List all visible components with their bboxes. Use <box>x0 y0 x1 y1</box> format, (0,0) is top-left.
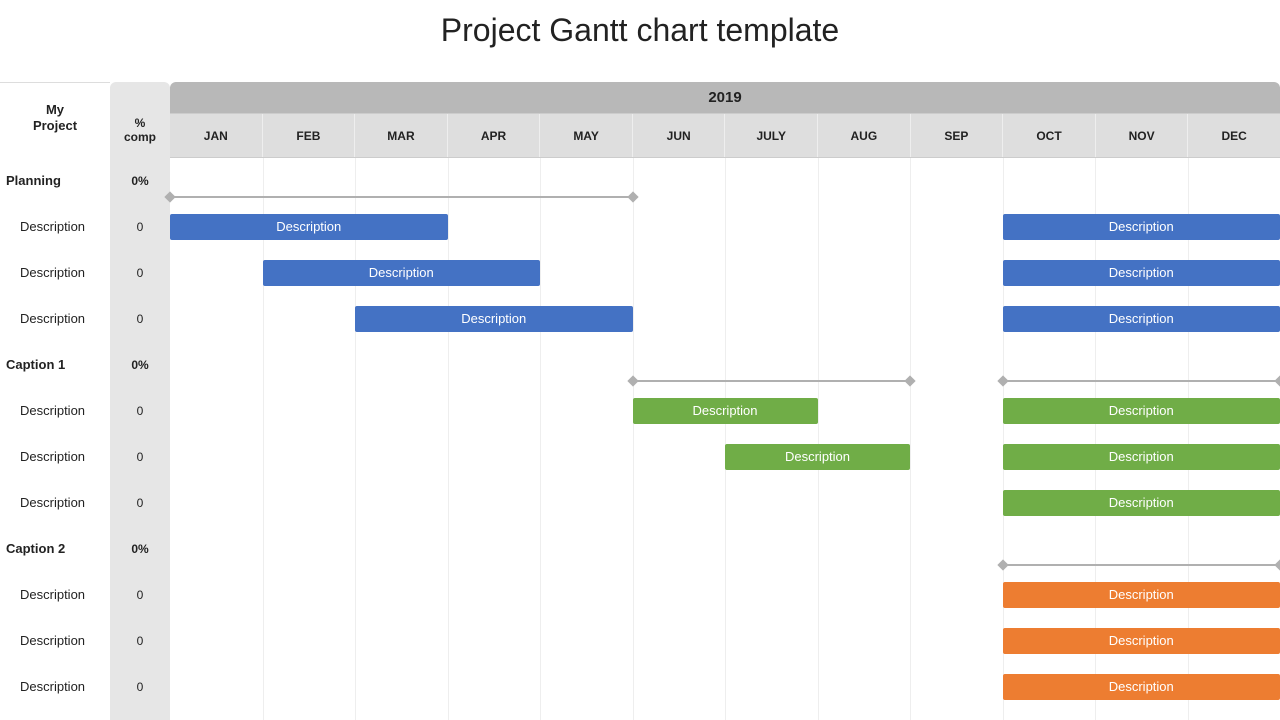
month-header-oct: OCT <box>1003 114 1096 157</box>
month-header-mar: MAR <box>355 114 448 157</box>
percent-complete-value: 0% <box>110 342 170 388</box>
percent-complete-value: 0 <box>110 296 170 342</box>
task-label: Description <box>0 250 110 296</box>
percent-complete-value: 0% <box>110 526 170 572</box>
month-header-apr: APR <box>448 114 541 157</box>
percent-complete-value: 0% <box>110 158 170 204</box>
month-header-feb: FEB <box>263 114 356 157</box>
group-label: Planning <box>0 158 110 204</box>
percent-complete-header: % comp <box>110 82 170 158</box>
month-header-aug: AUG <box>818 114 911 157</box>
task-label: Description <box>0 204 110 250</box>
month-headers: JANFEBMARAPRMAYJUNJULYAUGSEPOCTNOVDEC <box>170 114 1280 158</box>
gantt-chart: Project Gantt chart template My Project … <box>0 0 1280 720</box>
percent-complete-value: 0 <box>110 204 170 250</box>
task-label: Description <box>0 388 110 434</box>
row-area: Planning0%Description0Description0Descri… <box>0 158 1280 720</box>
task-label: Description <box>0 480 110 526</box>
page-title: Project Gantt chart template <box>0 0 1280 67</box>
percent-complete-value: 0 <box>110 480 170 526</box>
group-label: Caption 2 <box>0 526 110 572</box>
task-label: Description <box>0 618 110 664</box>
percent-complete-value: 0 <box>110 250 170 296</box>
chart-grid: My Project % comp 2019 JANFEBMARAPRMAYJU… <box>0 82 1280 720</box>
task-label: Description <box>0 572 110 618</box>
percent-complete-value: 0 <box>110 618 170 664</box>
month-header-sep: SEP <box>911 114 1004 157</box>
month-header-may: MAY <box>540 114 633 157</box>
percent-complete-value: 0 <box>110 572 170 618</box>
row-labels-column: My Project <box>0 82 110 158</box>
month-header-nov: NOV <box>1096 114 1189 157</box>
percent-complete-value: 0 <box>110 388 170 434</box>
task-label: Description <box>0 296 110 342</box>
month-header-july: JULY <box>725 114 818 157</box>
percent-complete-value: 0 <box>110 664 170 710</box>
group-label: Caption 1 <box>0 342 110 388</box>
percent-complete-value: 0 <box>110 434 170 480</box>
task-label: Description <box>0 664 110 710</box>
task-label: Description <box>0 434 110 480</box>
year-header: 2019 <box>170 82 1280 114</box>
month-header-jan: JAN <box>170 114 263 157</box>
month-header-dec: DEC <box>1188 114 1280 157</box>
month-header-jun: JUN <box>633 114 726 157</box>
project-header: My Project <box>0 82 110 158</box>
